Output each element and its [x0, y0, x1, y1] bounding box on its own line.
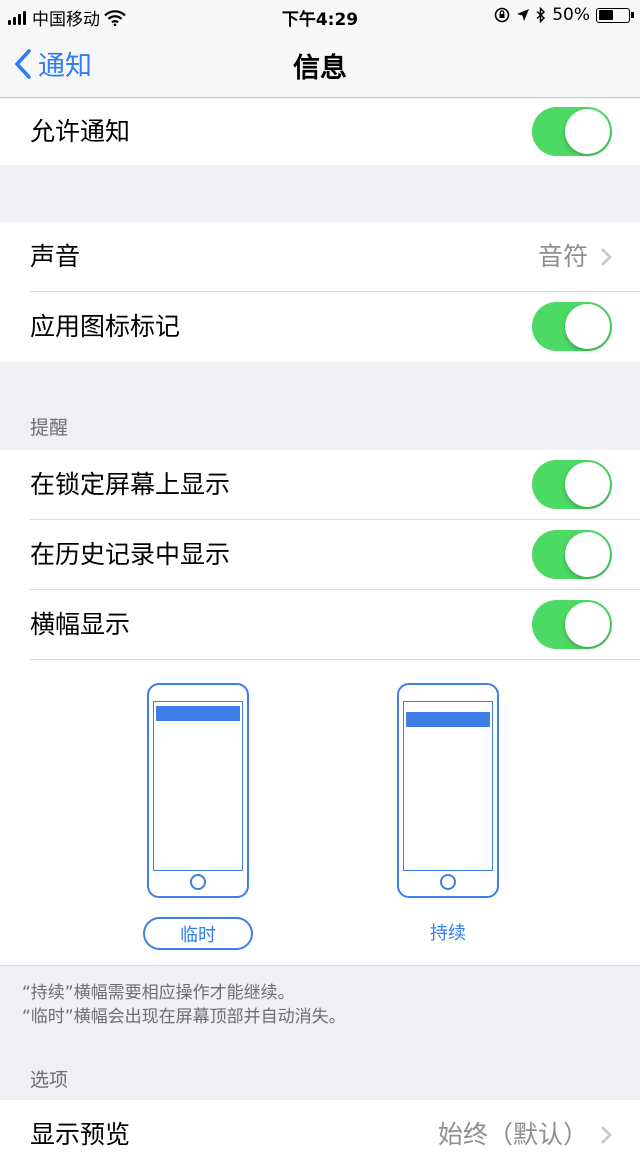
- show-as-banners-label: 横幅显示: [30, 610, 131, 639]
- allow-notifications-toggle[interactable]: [532, 107, 612, 156]
- allow-notifications-label: 允许通知: [30, 117, 131, 146]
- show-on-lock-screen-label: 在锁定屏幕上显示: [30, 470, 231, 499]
- bluetooth-icon: [536, 7, 546, 23]
- footnote-line: “临时”横幅会出现在屏幕顶部并自动消失。: [22, 1007, 346, 1027]
- sound-label: 声音: [30, 242, 81, 271]
- navigation-bar: 通知 信息: [0, 30, 640, 98]
- footnote-line: “持续”横幅需要相应操作才能继续。: [22, 983, 295, 1003]
- persistent-banner-phone-illustration[interactable]: [397, 683, 499, 898]
- back-button[interactable]: 通知: [14, 44, 92, 83]
- options-section-header: 选项: [30, 1069, 69, 1091]
- location-icon: [517, 9, 530, 21]
- banner-style-footnote: “持续”横幅需要相应操作才能继续。 “临时”横幅会出现在屏幕顶部并自动消失。: [22, 981, 346, 1029]
- sound-value: 音符: [537, 242, 588, 271]
- show-in-history-label: 在历史记录中显示: [30, 540, 231, 569]
- status-bar: 中国移动 下午4:29 50%: [0, 0, 640, 30]
- show-on-lock-screen-toggle[interactable]: [532, 460, 612, 509]
- temporary-banner-phone-illustration[interactable]: [147, 683, 249, 898]
- temporary-banner-button[interactable]: 临时: [143, 917, 253, 950]
- page-title: 信息: [293, 53, 347, 84]
- show-in-history-toggle[interactable]: [532, 530, 612, 579]
- battery-percent: 50%: [552, 5, 590, 25]
- chevron-right-icon: [601, 248, 612, 266]
- show-previews-value: 始终（默认）: [437, 1120, 588, 1149]
- show-as-banners-row: 横幅显示: [0, 590, 640, 660]
- badge-app-icon-toggle[interactable]: [532, 302, 612, 351]
- badge-app-icon-label: 应用图标标记: [30, 312, 181, 341]
- persistent-banner-button[interactable]: 持续: [393, 917, 503, 950]
- allow-notifications-row: 允许通知: [0, 99, 640, 165]
- back-button-label: 通知: [38, 51, 92, 82]
- show-previews-label: 显示预览: [30, 1120, 131, 1149]
- show-on-lock-screen-row: 在锁定屏幕上显示: [0, 450, 640, 520]
- chevron-right-icon: [601, 1126, 612, 1144]
- orientation-lock-icon: [494, 7, 510, 23]
- show-as-banners-toggle[interactable]: [532, 600, 612, 649]
- show-in-history-row: 在历史记录中显示: [0, 520, 640, 590]
- sound-row[interactable]: 声音 音符: [0, 222, 640, 292]
- banner-style-panel: 临时 持续: [0, 660, 640, 966]
- show-previews-row[interactable]: 显示预览 始终（默认）: [0, 1100, 640, 1170]
- alerts-section-header: 提醒: [30, 417, 69, 439]
- battery-icon: [596, 7, 634, 23]
- chevron-left-icon: [15, 48, 31, 79]
- badge-app-icon-row: 应用图标标记: [0, 292, 640, 362]
